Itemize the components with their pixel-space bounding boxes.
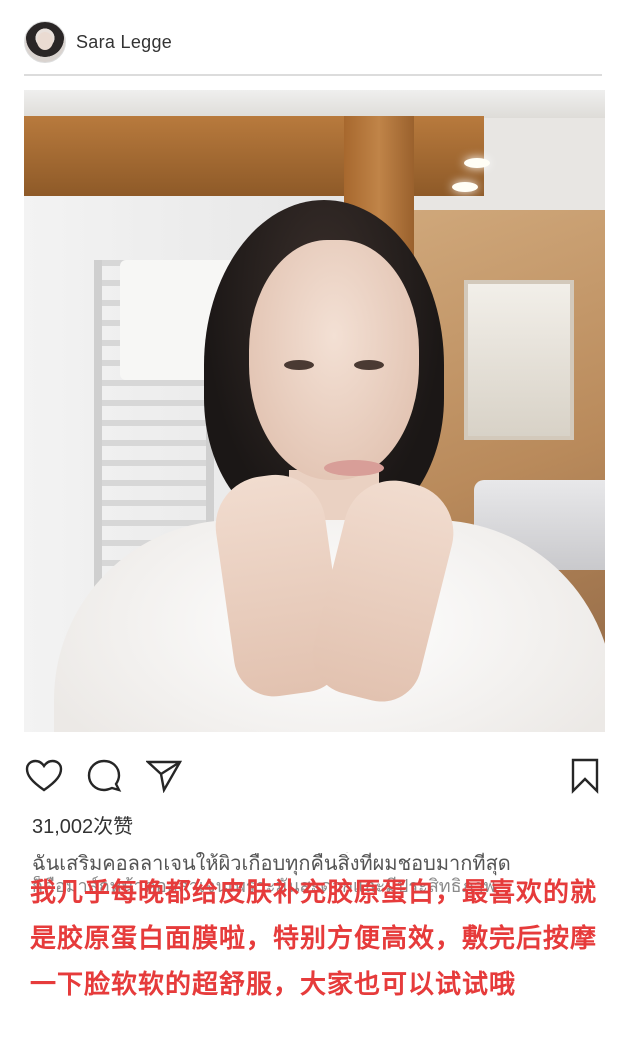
window — [464, 280, 574, 440]
bookmark-icon[interactable] — [565, 756, 605, 796]
face — [249, 240, 419, 480]
post-header: Sara Legge — [24, 20, 602, 64]
username[interactable]: Sara Legge — [76, 32, 172, 53]
avatar[interactable] — [24, 21, 66, 63]
heart-icon[interactable] — [24, 756, 64, 796]
caption-translation-overlay: 我几乎每晚都给皮肤补充胶原蛋白，最喜欢的就是胶原蛋白面膜啦，特别方便高效，敷完后… — [30, 878, 598, 1000]
ceiling — [24, 90, 605, 118]
send-icon[interactable] — [144, 756, 184, 796]
lips — [324, 460, 384, 476]
like-count[interactable]: 31,002次赞 — [32, 810, 133, 839]
post-photo[interactable] — [24, 90, 605, 732]
eye — [354, 360, 384, 370]
header-divider — [24, 74, 602, 76]
comment-icon[interactable] — [84, 756, 124, 796]
wood-beam — [24, 116, 484, 196]
ceiling-light — [452, 182, 478, 192]
eye — [284, 360, 314, 370]
ceiling-light — [464, 158, 490, 168]
post-actions — [24, 756, 605, 800]
